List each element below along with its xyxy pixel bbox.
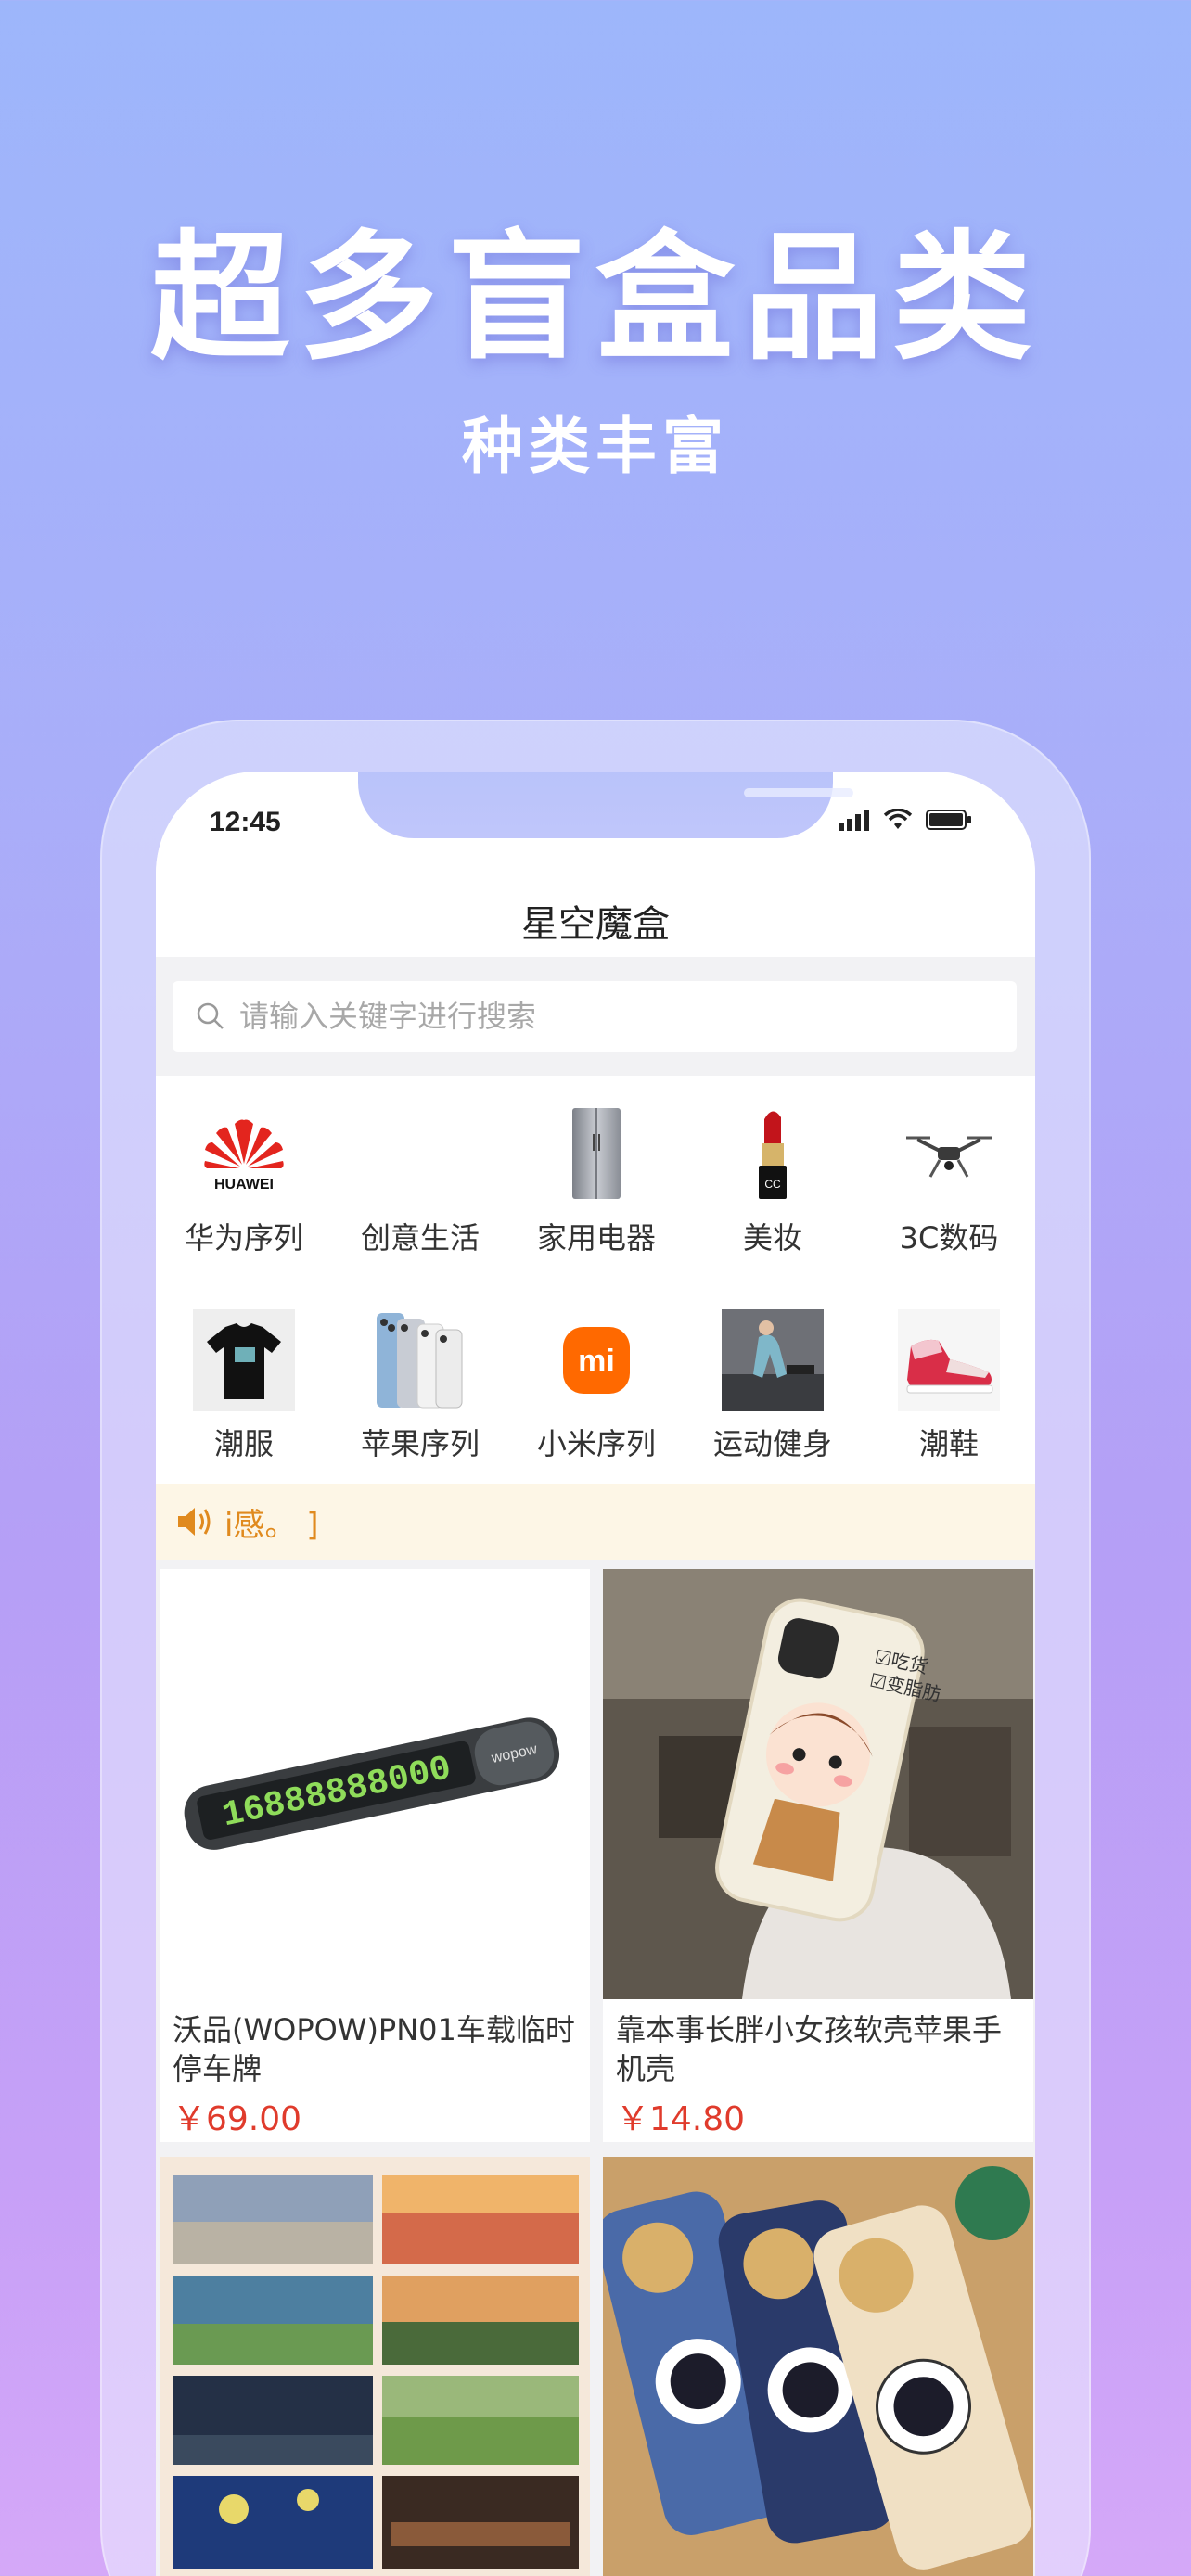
search-section — [156, 957, 1035, 1076]
product-image-girl-phone-case: ☑吃货 ☑变脂肪 — [603, 1569, 1033, 1999]
category-label: 创意生活 — [360, 1220, 480, 1256]
lipstick-icon: CC — [722, 1103, 824, 1205]
svg-text:CC: CC — [764, 1178, 781, 1191]
app-title: 星空魔盒 — [521, 903, 670, 946]
phone-screen: 12:45 星空魔盒 请输入关键字进行搜索 HUAWEI 华为序列 创意生活 家… — [156, 772, 1035, 2576]
category-label: 家用电器 — [536, 1220, 656, 1256]
category-apple[interactable]: 苹果序列 — [332, 1282, 508, 1476]
notice-text: i感。 ] — [224, 1506, 319, 1544]
status-icons — [839, 809, 972, 831]
product-image-parking-plate: 16888888000 wopow — [160, 1569, 590, 1999]
category-huawei[interactable]: HUAWEI 华为序列 — [156, 1076, 332, 1270]
hero-title: 超多盲盒品类 — [149, 218, 1041, 379]
product-name: 沃品(WOPOW)PN01车载临时停车牌 — [173, 2012, 575, 2086]
category-trendy-clothing[interactable]: 潮服 — [156, 1282, 332, 1476]
product-price: ￥14.80 — [616, 2100, 746, 2138]
speaker-icon — [178, 1508, 211, 1536]
product-card[interactable]: ☑吃货 ☑变脂肪 靠本事长胖小女孩软壳苹果手机壳 ￥14.80 — [603, 1569, 1033, 2142]
product-card[interactable] — [603, 2157, 1033, 2576]
category-label: 苹果序列 — [360, 1426, 480, 1461]
xiaomi-logo-icon: mi — [545, 1309, 647, 1411]
product-price: ￥69.00 — [173, 2100, 302, 2138]
category-home-appliances[interactable]: 家用电器 — [508, 1076, 685, 1270]
fitness-icon — [722, 1309, 824, 1411]
sneaker-icon — [898, 1309, 1000, 1411]
product-name: 靠本事长胖小女孩软壳苹果手机壳 — [616, 2012, 1003, 2086]
category-fitness[interactable]: 运动健身 — [685, 1282, 861, 1476]
product-grid: 16888888000 wopow 沃品(WOPOW)PN01车载临时停车牌 ￥… — [156, 1560, 1035, 2576]
category-label: 美妆 — [742, 1220, 802, 1256]
refrigerator-icon — [545, 1103, 647, 1205]
signal-icon — [839, 810, 869, 831]
speaker-grille — [744, 788, 853, 797]
search-input[interactable] — [239, 999, 889, 1034]
status-time: 12:45 — [210, 807, 281, 837]
search-icon — [197, 1002, 224, 1029]
category-label: 潮鞋 — [918, 1426, 979, 1461]
drone-icon — [898, 1103, 1000, 1205]
category-sneakers[interactable]: 潮鞋 — [861, 1282, 1035, 1476]
svg-text:HUAWEI: HUAWEI — [214, 1177, 274, 1192]
product-card[interactable]: 16888888000 wopow 沃品(WOPOW)PN01车载临时停车牌 ￥… — [160, 1569, 590, 2142]
notice-bar[interactable]: i感。 ] — [156, 1484, 1035, 1560]
creative-life-icon — [369, 1103, 471, 1205]
svg-text:mi: mi — [578, 1344, 615, 1379]
category-label: 潮服 — [213, 1426, 274, 1461]
category-grid: HUAWEI 华为序列 创意生活 家用电器 CC 美妆 3C数码 潮服 苹果序列… — [156, 1076, 1035, 1484]
category-label: 小米序列 — [536, 1426, 656, 1461]
battery-icon — [926, 810, 971, 830]
product-card[interactable] — [160, 2157, 590, 2576]
huawei-logo-icon: HUAWEI — [193, 1103, 295, 1205]
phone-notch — [358, 772, 853, 838]
iphone-icon — [369, 1309, 471, 1411]
category-label: 华为序列 — [184, 1220, 303, 1256]
product-image-painting-collage — [160, 2157, 590, 2576]
category-makeup[interactable]: CC 美妆 — [685, 1076, 861, 1270]
hero-subtitle: 种类丰富 — [462, 411, 729, 482]
product-image-astronaut-cases — [603, 2157, 1033, 2576]
tshirt-icon — [193, 1309, 295, 1411]
wifi-icon — [883, 809, 913, 829]
search-box[interactable] — [173, 981, 1017, 1052]
category-label: 3C数码 — [899, 1220, 999, 1256]
category-label: 运动健身 — [712, 1426, 832, 1461]
category-3c-digital[interactable]: 3C数码 — [861, 1076, 1035, 1270]
category-creative-life[interactable]: 创意生活 — [332, 1076, 508, 1270]
category-xiaomi[interactable]: mi 小米序列 — [508, 1282, 685, 1476]
nav-bar: 星空魔盒 — [156, 874, 1035, 957]
